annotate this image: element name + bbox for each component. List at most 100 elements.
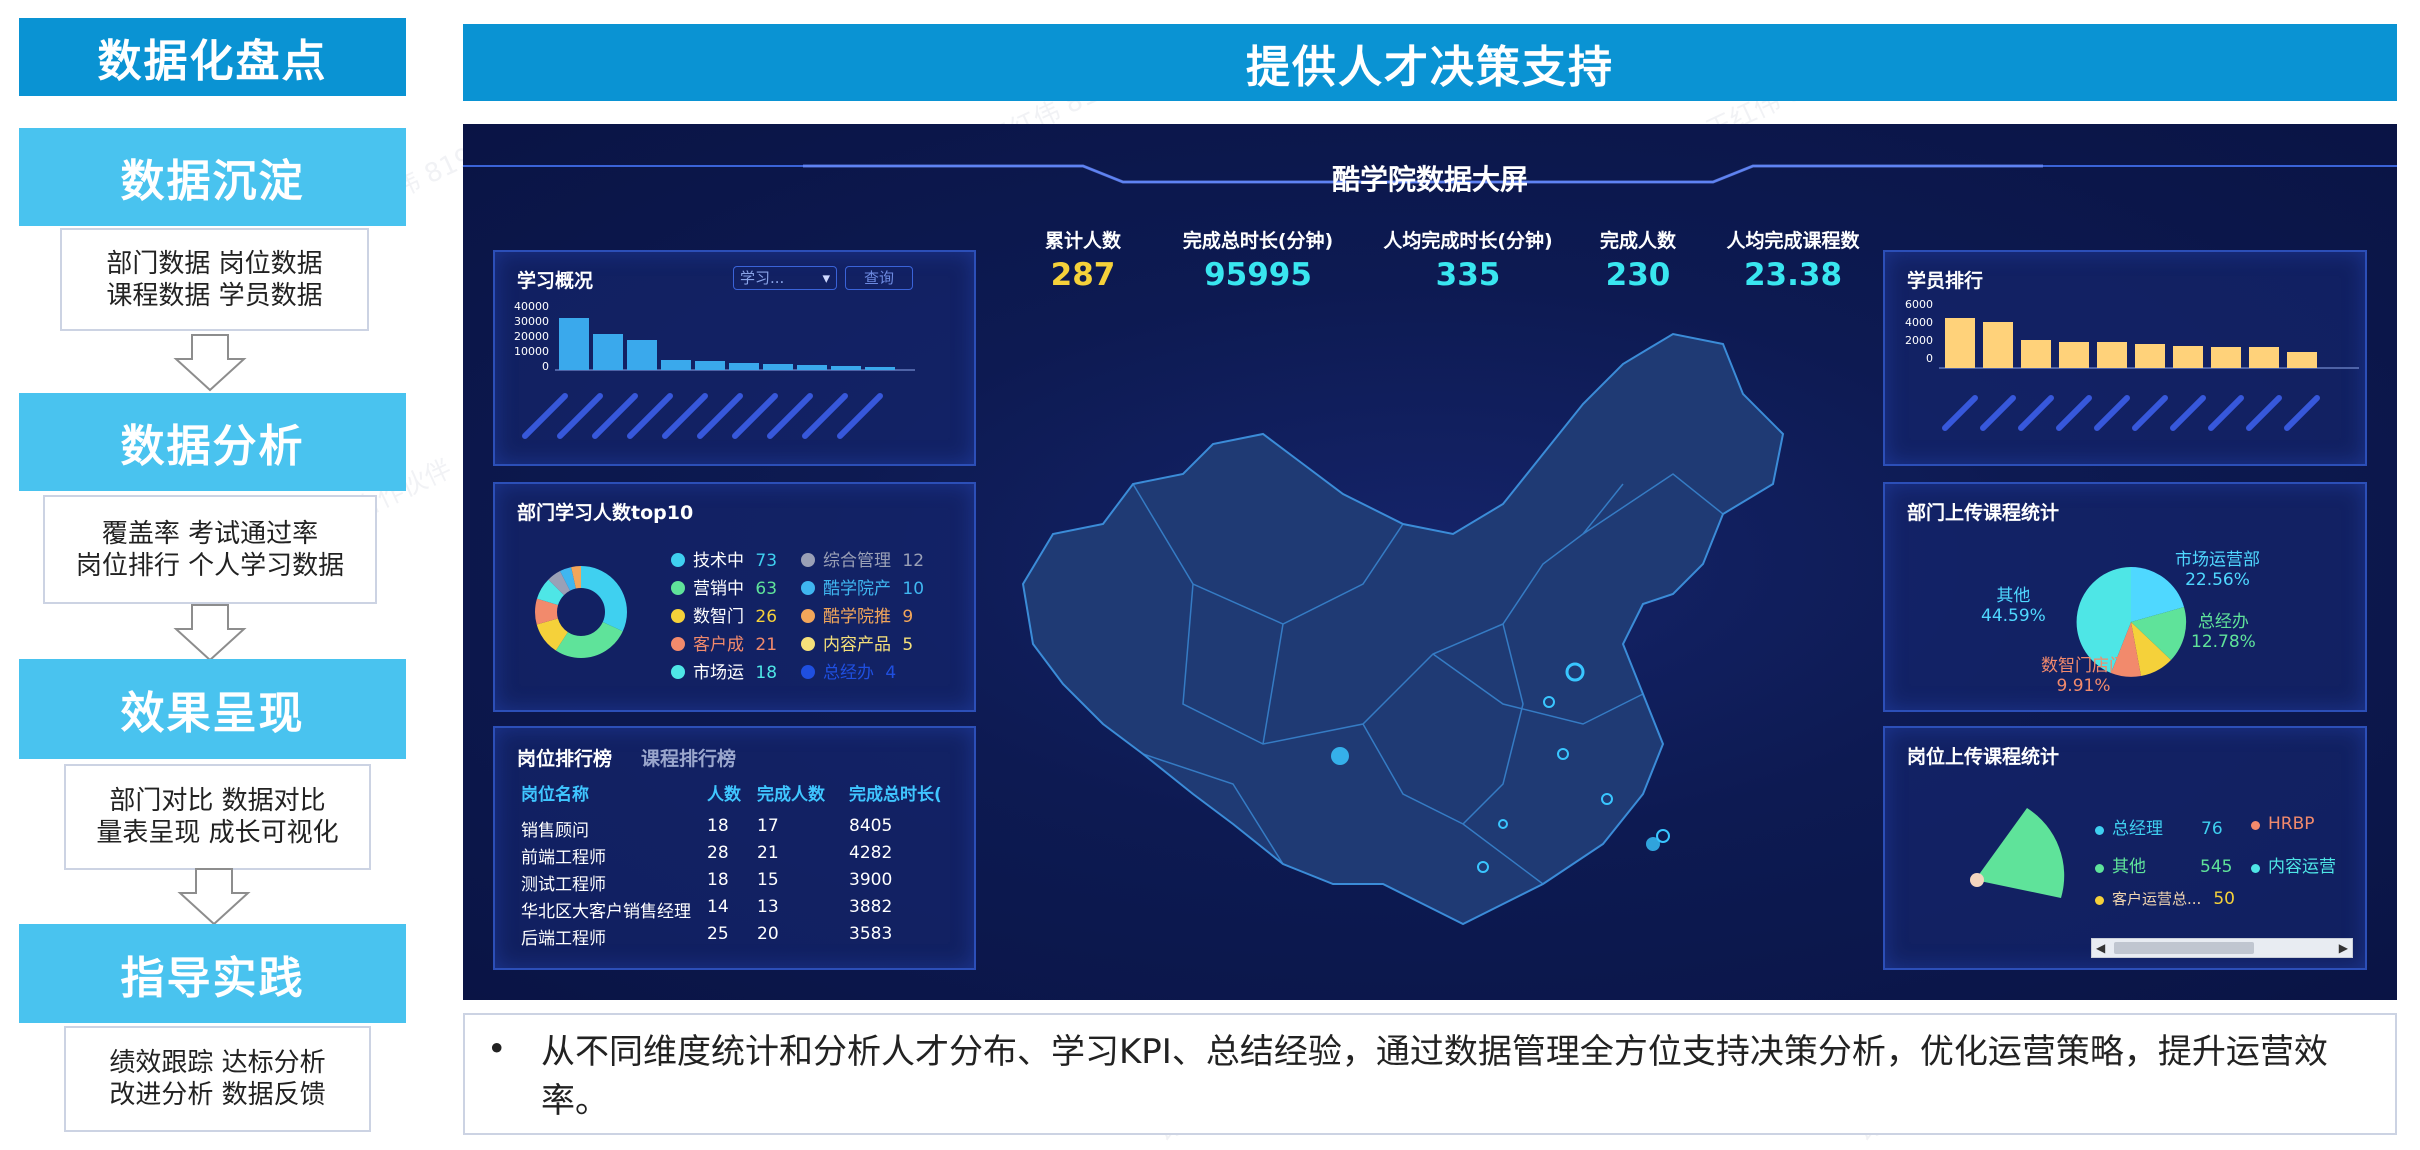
panel-dept-top10: 部门学习人数top10 技术中 73 营销中 63 数智门 26 客户成 21 … [493, 482, 976, 712]
summary-note: • 从不同维度统计和分析人才分布、学习KPI、总结经验，通过数据管理全方位支持决… [463, 1013, 2397, 1135]
kpi-value: 335 [1435, 257, 1501, 293]
table-cell: 13 [757, 897, 779, 917]
pie-label-pct: 44.59% [1981, 606, 2046, 626]
scroll-right-icon[interactable]: ▶ [2339, 939, 2348, 957]
table-cell: 销售顾问 [521, 821, 589, 841]
table-cell: 后端工程师 [521, 929, 606, 949]
legend-name: 技术中 [693, 551, 744, 571]
query-button[interactable]: 查询 [845, 266, 913, 290]
kpi-value: 230 [1605, 257, 1671, 293]
legend-dot [671, 609, 685, 623]
kpi-label: 人均完成课程数 [1726, 230, 1860, 252]
table-cell: 3882 [849, 897, 893, 917]
legend-name: 综合管理 [823, 551, 891, 571]
pie-label-name: 数智门店门 [2041, 656, 2126, 676]
step-3-line1: 部门对比 数据对比 [109, 786, 326, 816]
step-3-line2: 量表呈现 成长可视化 [96, 818, 339, 848]
legend-name: 数智门 [693, 607, 744, 627]
scroll-thumb[interactable] [2114, 942, 2254, 954]
y-tick: 20000 [514, 330, 549, 343]
tab-course-rank[interactable]: 课程排行榜 [641, 744, 736, 771]
panel-title: 部门学习人数top10 [517, 502, 694, 524]
panel-title: 学习概况 [517, 270, 594, 292]
table-cell: 前端工程师 [521, 848, 606, 868]
legend-value: 73 [755, 551, 778, 571]
kpi-avg-duration: 人均完成时长(分钟) 335 [1368, 226, 1568, 293]
step-1-title: 数据沉淀 [19, 128, 406, 226]
select-value: 学习... [740, 269, 785, 287]
kpi-value: 23.38 [1743, 257, 1843, 293]
legend-name: 酷学院产 [823, 579, 891, 599]
tab-post-rank[interactable]: 岗位排行榜 [517, 744, 612, 771]
legend-dot [801, 553, 815, 567]
step-2-box: 覆盖率 考试通过率 岗位排行 个人学习数据 [43, 495, 377, 604]
panel-dept-course: 部门上传课程统计 市场运营部 22.56% 其他 44.59% 总经办 12.7… [1883, 482, 2367, 712]
table-cell: 15 [757, 870, 779, 890]
student-bar-chart [1939, 318, 2359, 369]
horizontal-scrollbar[interactable]: ◀ ▶ [2091, 938, 2353, 958]
legend-item: 酷学院推 9 [801, 602, 913, 627]
column-header: 完成人数 [757, 785, 825, 805]
dept-donut-chart [535, 566, 627, 658]
kpi-completed-people: 完成人数 230 [1573, 226, 1703, 293]
legend-dot [2095, 896, 2104, 905]
kpi-label: 人均完成时长(分钟) [1383, 230, 1553, 252]
y-tick: 40000 [514, 300, 549, 313]
y-tick: 6000 [1905, 298, 1933, 311]
table-cell: 28 [707, 843, 729, 863]
table-cell: 14 [707, 897, 729, 917]
panel-title: 学员排行 [1907, 270, 1984, 292]
caret-down-icon: ▾ [822, 269, 830, 287]
kpi-value: 95995 [1204, 257, 1312, 293]
left-title: 数据化盘点 [19, 18, 406, 96]
course-select[interactable]: 学习... ▾ [733, 266, 837, 290]
x-axis-labels [1942, 395, 2320, 431]
legend-item: 客户成 21 [671, 630, 777, 655]
legend-value: 12 [902, 551, 925, 571]
legend-value: 5 [902, 635, 914, 655]
table-cell: 华北区大客户销售经理 [521, 902, 691, 922]
legend-item: 营销中 63 [671, 574, 777, 599]
legend-value: 76 [2201, 819, 2223, 839]
legend-value: 21 [755, 635, 778, 655]
step-4-title: 指导实践 [19, 924, 406, 1023]
legend-name: 其他 [2112, 857, 2146, 877]
legend-name: 内容产品 [823, 635, 891, 655]
table-cell: 3900 [849, 870, 893, 890]
y-axis: 40000 30000 20000 10000 0 [505, 300, 549, 373]
legend-dot [801, 665, 815, 679]
legend-name: HRBP [2268, 814, 2315, 834]
panel-title: 部门上传课程统计 [1907, 502, 2060, 524]
legend-value: 50 [2213, 889, 2235, 909]
column-header: 完成总时长( [849, 785, 942, 805]
top-banner: 提供人才决策支持 [463, 24, 2397, 101]
y-axis: 6000 4000 2000 0 [1895, 298, 1933, 365]
slide: { "colors":{"left_header":"#0a93d3","ste… [0, 0, 2420, 1150]
legend-dot [2095, 826, 2104, 835]
pie-label: 市场运营部 22.56% [2175, 550, 2260, 590]
legend-item: HRBP [2251, 814, 2315, 834]
legend-dot [2095, 864, 2104, 873]
panel-study-overview: 学习概况 学习... ▾ 查询 40000 30000 20000 10000 … [493, 250, 976, 466]
step-1-line2: 课程数据 学员数据 [106, 280, 323, 311]
pie-label: 数智门店门 9.91% [2041, 656, 2126, 696]
bullet: • [487, 1029, 507, 1068]
legend-dot [801, 581, 815, 595]
step-4-line2: 改进分析 数据反馈 [109, 1080, 326, 1110]
step-2-line2: 岗位排行 个人学习数据 [75, 550, 345, 581]
kpi-total-people: 累计人数 287 [1018, 226, 1148, 293]
column-header: 岗位名称 [521, 785, 589, 805]
legend-name: 酷学院推 [823, 607, 891, 627]
table-cell: 8405 [849, 816, 893, 836]
legend-name: 客户运营总... [2112, 890, 2202, 908]
study-bar-chart [555, 318, 915, 371]
legend-dot [801, 637, 815, 651]
legend-name: 内容运营 [2268, 857, 2336, 877]
scroll-left-icon[interactable]: ◀ [2096, 939, 2105, 957]
down-arrow-icon [173, 604, 247, 662]
legend-item: 酷学院产 10 [801, 574, 924, 599]
panel-post-course: 岗位上传课程统计 总经理 76 HRBP 其他 545 内容运营 客户运营总... 5… [1883, 726, 2367, 970]
legend-name: 客户成 [693, 635, 744, 655]
dashboard-screenshot: 酷学院数据大屏 累计人数 287 完成总时长(分钟) 95995 人均完成时长(… [463, 124, 2397, 1000]
legend-dot [671, 665, 685, 679]
